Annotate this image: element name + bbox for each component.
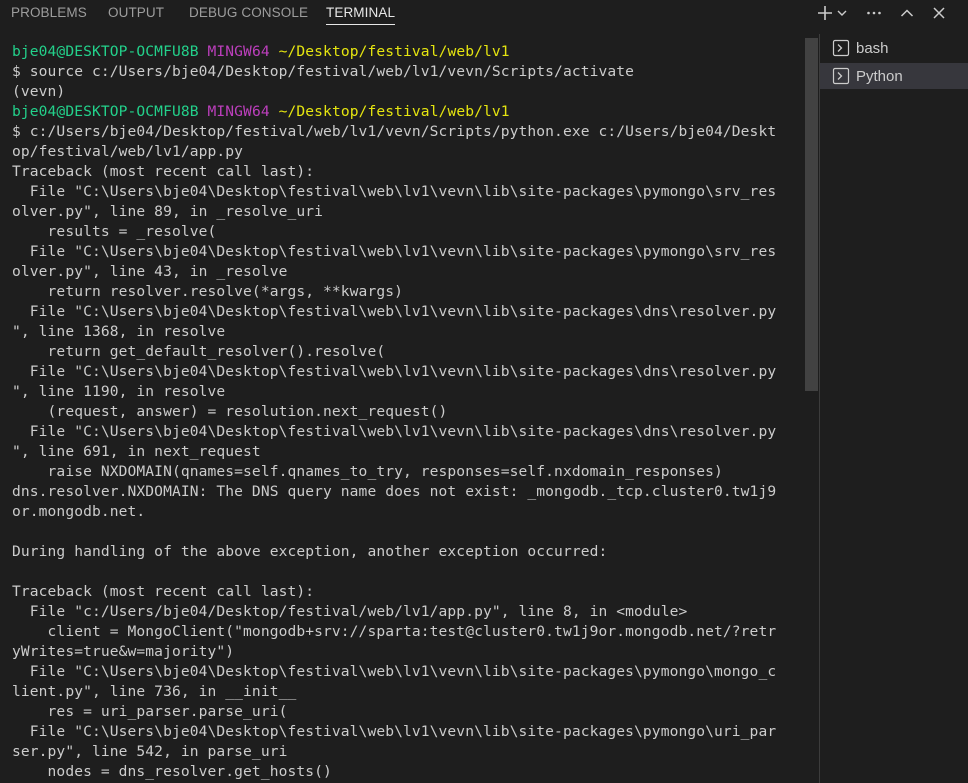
tab-problems[interactable]: PROBLEMS (11, 5, 87, 20)
panel-tab-bar: PROBLEMS OUTPUT DEBUG CONSOLE TERMINAL (0, 0, 968, 28)
prompt-env: MINGW64 (207, 43, 270, 60)
terminal-line: op/festival/web/lv1/app.py (12, 143, 244, 160)
terminal-line: dns.resolver.NXDOMAIN: The DNS query nam… (12, 483, 777, 500)
terminal-line: return get_default_resolver().resolve( (12, 343, 386, 360)
session-item-bash[interactable]: bash (820, 35, 968, 61)
terminal-line: client = MongoClient("mongodb+srv://spar… (12, 623, 777, 640)
terminal-line: olver.py", line 43, in _resolve (12, 263, 288, 280)
terminal-line: Traceback (most recent call last): (12, 163, 315, 180)
close-panel-button[interactable] (927, 2, 951, 24)
terminal-line: (request, answer) = resolution.next_requ… (12, 403, 448, 420)
prompt-env: MINGW64 (207, 103, 270, 120)
terminal-line: File "C:\Users\bje04\Desktop\festival\we… (12, 663, 777, 680)
terminal-line: File "c:/Users/bje04/Desktop/festival/we… (12, 603, 688, 620)
terminal-line: res = uri_parser.parse_uri( (12, 703, 288, 720)
terminal-line: File "C:\Users\bje04\Desktop\festival\we… (12, 243, 777, 260)
chevron-up-icon (900, 9, 914, 17)
venv-line: (vevn) (12, 83, 66, 100)
plus-icon (818, 6, 832, 20)
prompt-path: ~/Desktop/festival/web/lv1 (278, 103, 510, 120)
terminal-line: File "C:\Users\bje04\Desktop\festival\we… (12, 423, 777, 440)
prompt-line: bje04@DESKTOP-OCMFU8B MINGW64 ~/Desktop/… (12, 42, 786, 62)
terminal-line: ser.py", line 542, in parse_uri (12, 743, 288, 760)
terminal-line: ", line 691, in next_request (12, 443, 261, 460)
terminal-sessions-list: bash Python (819, 34, 968, 783)
session-item-python[interactable]: Python (820, 63, 968, 89)
terminal-line: or.mongodb.net. (12, 503, 146, 520)
prompt-path: ~/Desktop/festival/web/lv1 (278, 43, 510, 60)
close-icon (933, 7, 945, 19)
terminal-line: olver.py", line 89, in _resolve_uri (12, 203, 324, 220)
terminal-line: results = _resolve( (12, 223, 217, 240)
output-lines: $ c:/Users/bje04/Desktop/festival/web/lv… (12, 122, 786, 782)
terminal-line: nodes = dns_resolver.get_hosts() (12, 763, 332, 780)
session-label: Python (856, 67, 903, 85)
tab-terminal[interactable]: TERMINAL (326, 5, 396, 25)
terminal-line: File "C:\Users\bje04\Desktop\festival\we… (12, 723, 777, 740)
prompt-line: bje04@DESKTOP-OCMFU8B MINGW64 ~/Desktop/… (12, 102, 786, 122)
prompt-user: bje04@DESKTOP-OCMFU8B (12, 103, 199, 120)
ellipsis-icon (867, 11, 881, 15)
terminal-line: return resolver.resolve(*args, **kwargs) (12, 283, 403, 300)
session-label: bash (856, 39, 889, 57)
terminal-line: ", line 1190, in resolve (12, 383, 226, 400)
more-actions-button[interactable] (862, 2, 886, 24)
terminal-icon (832, 39, 850, 57)
terminal-scrollbar[interactable] (805, 38, 818, 391)
tab-output[interactable]: OUTPUT (108, 5, 164, 20)
terminal-output[interactable]: bje04@DESKTOP-OCMFU8B MINGW64 ~/Desktop/… (12, 42, 786, 783)
terminal-line: File "C:\Users\bje04\Desktop\festival\we… (12, 183, 777, 200)
terminal-line: ", line 1368, in resolve (12, 323, 226, 340)
prompt-user: bje04@DESKTOP-OCMFU8B (12, 43, 199, 60)
tab-debug-console[interactable]: DEBUG CONSOLE (189, 5, 308, 20)
chevron-down-icon (837, 10, 847, 16)
terminal-line: yWrites=true&w=majority") (12, 643, 235, 660)
terminal-line: $ c:/Users/bje04/Desktop/festival/web/lv… (12, 123, 777, 140)
terminal-icon (832, 67, 850, 85)
terminal-dropdown-button[interactable] (834, 2, 850, 24)
command-line: $ source c:/Users/bje04/Desktop/festival… (12, 63, 635, 80)
maximize-panel-button[interactable] (895, 2, 919, 24)
terminal-line: During handling of the above exception, … (12, 543, 608, 560)
terminal-line: File "C:\Users\bje04\Desktop\festival\we… (12, 363, 777, 380)
terminal-line: lient.py", line 736, in __init__ (12, 683, 297, 700)
terminal-line: Traceback (most recent call last): (12, 583, 315, 600)
terminal-line: File "C:\Users\bje04\Desktop\festival\we… (12, 303, 777, 320)
terminal-line: raise NXDOMAIN(qnames=self.qnames_to_try… (12, 463, 723, 480)
